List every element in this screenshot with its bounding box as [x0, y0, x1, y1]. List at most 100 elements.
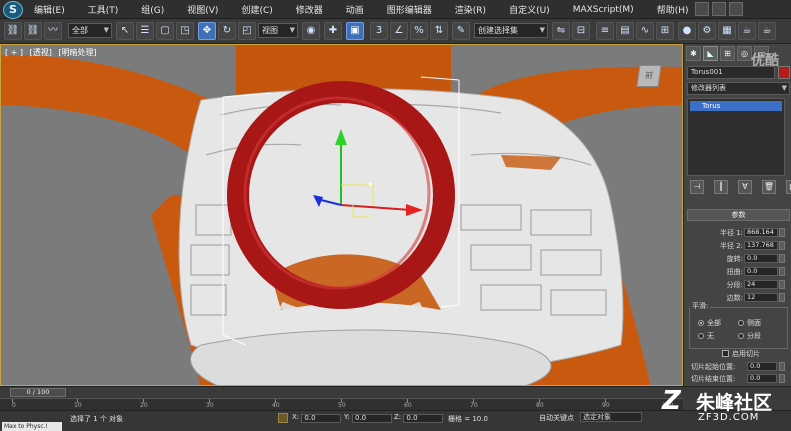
modify-tab-icon[interactable]: ◣ [703, 46, 718, 61]
param-label: 扭曲: [726, 268, 743, 276]
render-setup-icon[interactable]: ⚙ [698, 22, 716, 40]
rendered-frame-icon[interactable]: ▦ [718, 22, 736, 40]
menu-graph-editors[interactable]: 图形编辑器 [387, 3, 432, 16]
rotate-icon[interactable]: ↻ [218, 22, 236, 40]
select-manipulate-icon[interactable]: ✚ [324, 22, 342, 40]
menu-group[interactable]: 组(G) [141, 3, 164, 16]
show-end-result-icon[interactable]: ┃ [714, 180, 728, 194]
modifier-list-dropdown[interactable]: 修改器列表 ▼ [687, 82, 790, 95]
segments-input[interactable]: 24 [744, 280, 778, 289]
hierarchy-tab-icon[interactable]: ⊞ [720, 46, 735, 61]
spinner-icon[interactable] [779, 267, 785, 276]
rotation-input[interactable]: 0.0 [744, 254, 778, 263]
create-tab-icon[interactable]: ✱ [686, 46, 701, 61]
snaps-toggle-icon[interactable]: 3 [370, 22, 388, 40]
spinner-icon[interactable] [779, 293, 785, 302]
parameters-rollout-header[interactable]: 参数 [687, 209, 790, 221]
viewcube[interactable]: 前 [636, 65, 662, 87]
window-crossing-icon[interactable]: ◳ [176, 22, 194, 40]
material-editor-icon[interactable]: ● [678, 22, 696, 40]
key-filter-dropdown[interactable]: 选定对象 [580, 412, 642, 422]
menu-maxscript[interactable]: MAXScript(M) [573, 5, 634, 15]
align-icon[interactable]: ⊟ [572, 22, 590, 40]
spinner-icon[interactable] [779, 362, 785, 371]
menu-view[interactable]: 视图(V) [187, 3, 218, 16]
menu-create[interactable]: 创建(C) [241, 3, 272, 16]
make-unique-icon[interactable]: ∀ [738, 180, 752, 194]
viewport-scene[interactable]: ✦ [1, 45, 683, 386]
viewport-menu-label[interactable]: [ + ] [5, 48, 23, 57]
named-selection-dropdown[interactable]: 创建选择集 ▼ [474, 23, 548, 38]
motion-tab-icon[interactable]: ◎ [737, 46, 752, 61]
spinner-icon[interactable] [779, 280, 785, 289]
slice-from-input[interactable]: 0.0 [747, 362, 777, 371]
tick-label: 40 [272, 402, 280, 409]
selection-filter-dropdown[interactable]: 全部 ▼ [68, 23, 112, 38]
pivot-center-icon[interactable]: ◉ [302, 22, 320, 40]
app-logo-icon[interactable]: S [3, 1, 23, 19]
rect-selection-icon[interactable]: ▢ [156, 22, 174, 40]
percent-snap-icon[interactable]: % [410, 22, 428, 40]
z-input[interactable]: 0.0 [403, 414, 444, 423]
menu-animation[interactable]: 动画 [346, 3, 364, 16]
schematic-view-icon[interactable]: ⊞ [656, 22, 674, 40]
keyboard-shortcut-icon[interactable]: ▣ [346, 22, 364, 40]
scale-icon[interactable]: ◰ [238, 22, 256, 40]
x-input[interactable]: 0.0 [301, 414, 342, 423]
radius2-input[interactable]: 137.768 [744, 241, 778, 250]
layer-manager-icon[interactable]: ≡ [596, 22, 614, 40]
twist-input[interactable]: 0.0 [744, 267, 778, 276]
viewport-shading-label[interactable]: [明暗处理] [58, 48, 96, 57]
object-name-field[interactable]: Torus001 [687, 66, 775, 79]
autokey-label[interactable]: 自动关键点 [539, 413, 574, 423]
time-slider[interactable]: 0 / 100 [10, 388, 66, 397]
panel-icon[interactable] [712, 2, 726, 16]
grid-icon[interactable] [729, 2, 743, 16]
spinner-icon[interactable] [779, 241, 785, 250]
smooth-sides-radio[interactable]: 侧面 [738, 318, 761, 328]
stack-item-torus[interactable]: Torus [690, 101, 782, 111]
link-icon[interactable]: ⛓ [4, 22, 22, 40]
viewport-label[interactable]: [ + ] [透视] [明暗处理] [5, 47, 101, 58]
ref-coord-dropdown[interactable]: 视图 ▼ [258, 23, 298, 38]
pin-stack-icon[interactable]: ⊣ [690, 180, 704, 194]
selection-lock-icon[interactable] [278, 413, 288, 423]
zf3d-watermark: Z 朱峰社区 ZF3D.COM [660, 382, 791, 431]
edit-named-sets-icon[interactable]: ✎ [452, 22, 470, 40]
slice-on-checkbox[interactable]: 启用切片 [722, 349, 760, 359]
select-object-icon[interactable]: ↖ [116, 22, 134, 40]
menu-tools[interactable]: 工具(T) [88, 3, 119, 16]
render-production-icon[interactable]: ☕ [738, 22, 756, 40]
menu-modifiers[interactable]: 修改器 [296, 3, 323, 16]
select-by-name-icon[interactable]: ☰ [136, 22, 154, 40]
curve-editor-icon[interactable]: ∿ [636, 22, 654, 40]
smooth-none-radio[interactable]: 无 [698, 331, 714, 341]
perspective-viewport[interactable]: ✦ [ + ] [透视] [明暗处理] 前 [0, 44, 683, 386]
bind-space-warp-icon[interactable]: 〰 [44, 22, 62, 40]
angle-snap-icon[interactable]: ∠ [390, 22, 408, 40]
spinner-icon[interactable] [779, 254, 785, 263]
y-input[interactable]: 0.0 [351, 414, 392, 423]
unlink-icon[interactable]: ⛓ [24, 22, 42, 40]
spinner-icon[interactable] [779, 228, 785, 237]
spinner-snap-icon[interactable]: ⇅ [430, 22, 448, 40]
move-icon[interactable]: ✥ [198, 22, 216, 40]
radius1-input[interactable]: 868.164 [744, 228, 778, 237]
object-color-swatch[interactable] [778, 66, 790, 79]
track-bar[interactable]: 0 10 20 30 40 50 60 70 80 90 100 [0, 398, 683, 410]
maxscript-listener-input[interactable]: Max to Physc.! [2, 422, 62, 431]
remove-modifier-icon[interactable]: 🗑 [762, 180, 776, 194]
render-iterative-icon[interactable]: ☕ [758, 22, 776, 40]
mirror-icon[interactable]: ⇋ [552, 22, 570, 40]
layer-icon[interactable] [695, 2, 709, 16]
ribbon-icon[interactable]: ▤ [616, 22, 634, 40]
configure-sets-icon[interactable]: ▦ [786, 180, 791, 194]
menu-rendering[interactable]: 渲染(R) [455, 3, 486, 16]
smooth-all-radio[interactable]: 全部 [698, 318, 721, 328]
sides-input[interactable]: 12 [744, 293, 778, 302]
menu-edit[interactable]: 编辑(E) [34, 3, 65, 16]
viewport-pov-label[interactable]: [透视] [30, 48, 52, 57]
menu-help[interactable]: 帮助(H) [657, 3, 689, 16]
smooth-segments-radio[interactable]: 分段 [738, 331, 761, 341]
menu-customize[interactable]: 自定义(U) [509, 3, 550, 16]
